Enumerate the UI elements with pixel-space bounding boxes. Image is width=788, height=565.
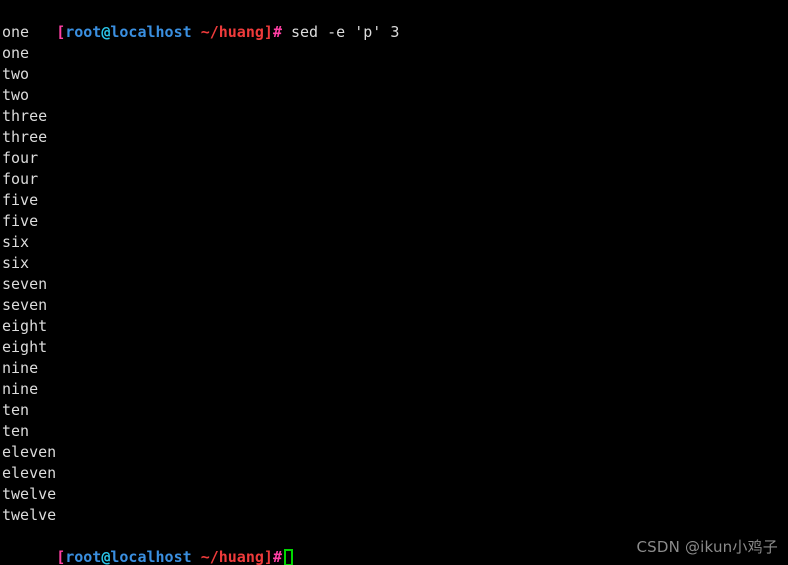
terminal-window[interactable]: [root@localhost ~/huang]# sed -e 'p' 3 o… (0, 0, 788, 565)
output-line: six (2, 254, 30, 272)
text-cursor[interactable] (283, 549, 293, 565)
output-line: nine (2, 380, 39, 398)
prompt-hostname: localhost (110, 548, 192, 565)
output-line: three (2, 107, 48, 125)
prompt-open-bracket: [ (56, 23, 66, 41)
output-line: six (2, 233, 30, 251)
prompt-path: ~/huang] (200, 23, 273, 41)
output-line: three (2, 128, 48, 146)
prompt-hash-symbol: # (272, 548, 282, 565)
prompt-trailing-space (282, 23, 291, 41)
output-line: eight (2, 338, 48, 356)
output-line: two (2, 65, 30, 83)
output-line: eleven (2, 464, 57, 482)
prompt-separator (192, 23, 201, 41)
prompt-user: root (65, 23, 102, 41)
prompt-hostname: localhost (110, 23, 192, 41)
output-line: four (2, 149, 39, 167)
output-line: two (2, 86, 30, 104)
output-line: eleven (2, 443, 57, 461)
prompt-open-bracket: [ (56, 548, 66, 565)
output-line: five (2, 212, 39, 230)
prompt-hash-symbol: # (272, 23, 282, 41)
command-prompt-line: [root@localhost ~/huang]# sed -e 'p' 3 (2, 1, 399, 41)
output-line: seven (2, 296, 48, 314)
output-line: seven (2, 275, 48, 293)
output-line: ten (2, 422, 30, 440)
output-line: twelve (2, 506, 57, 524)
output-line: four (2, 170, 39, 188)
prompt-user: root (65, 548, 102, 565)
prompt-path: ~/huang] (200, 548, 273, 565)
csdn-watermark: CSDN @ikun小鸡子 (636, 538, 778, 556)
command-output: one one two two three three four four five five si… (2, 22, 399, 526)
output-line: nine (2, 359, 39, 377)
output-line: twelve (2, 485, 57, 503)
command-text: sed -e 'p' 3 (291, 23, 400, 41)
terminal-screen[interactable]: [root@localhost ~/huang]# sed -e 'p' 3 o… (0, 0, 399, 565)
active-prompt-line[interactable]: [root@localhost ~/huang]# (2, 526, 399, 565)
output-line: one (2, 44, 30, 62)
output-line: eight (2, 317, 48, 335)
output-line: five (2, 191, 39, 209)
prompt-separator (192, 548, 201, 565)
output-line: ten (2, 401, 30, 419)
